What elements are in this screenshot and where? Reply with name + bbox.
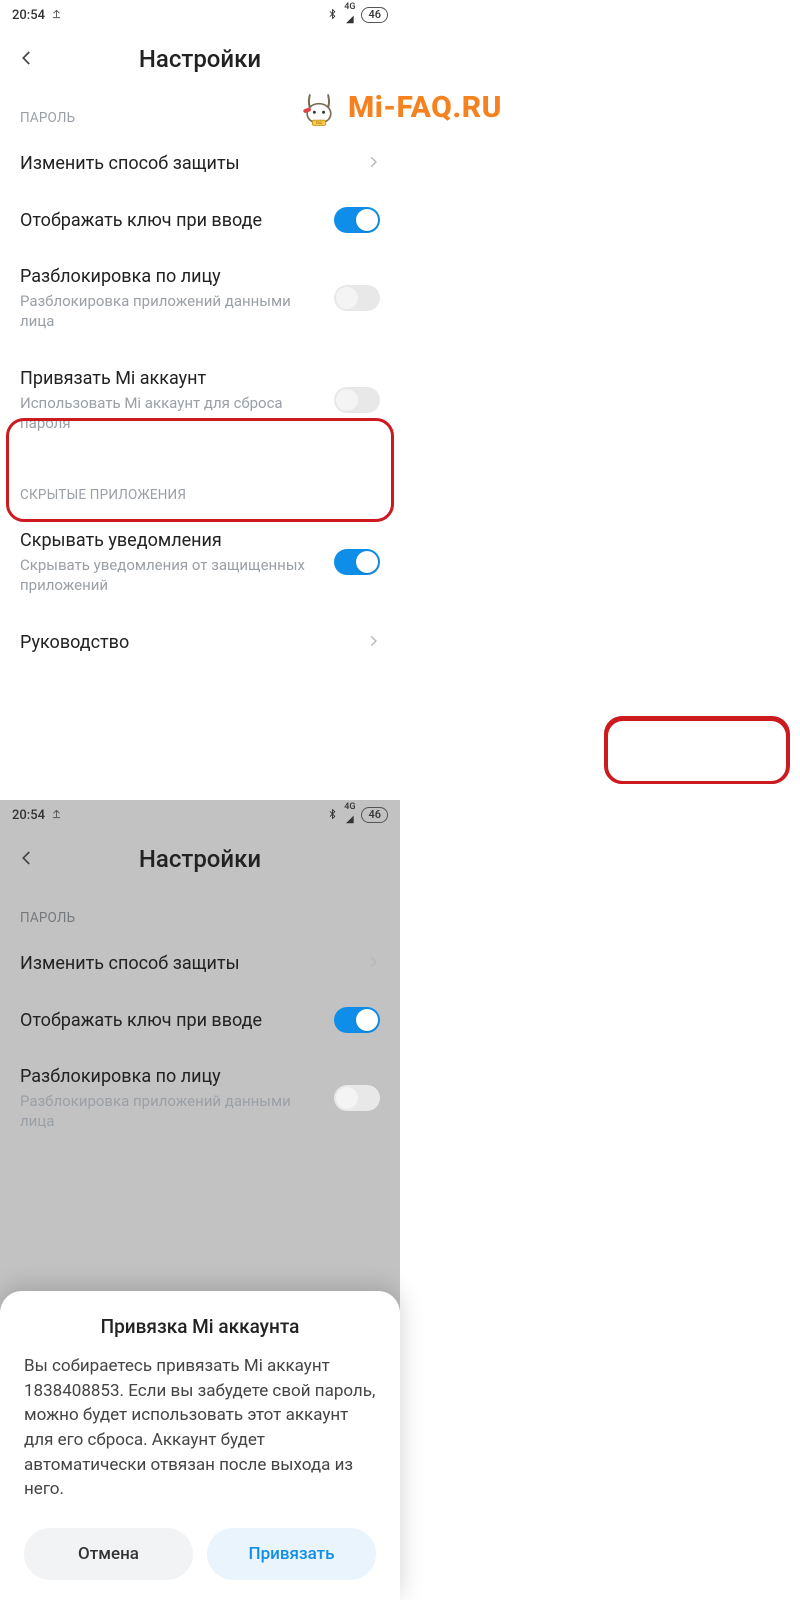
- upload-icon: [51, 808, 62, 823]
- toggle-face-unlock[interactable]: [334, 285, 380, 311]
- row-label: Руководство: [20, 631, 356, 654]
- chevron-right-icon: [366, 633, 380, 652]
- status-time: 20:54: [12, 808, 45, 823]
- section-label-password: ПАРОЛЬ: [0, 888, 400, 936]
- battery-level: 46: [361, 807, 388, 823]
- cancel-button[interactable]: Отмена: [24, 1528, 193, 1580]
- chevron-right-icon: [366, 154, 380, 173]
- annotation-highlight-confirm-overlay: [604, 716, 790, 784]
- page-title: Настройки: [38, 845, 382, 873]
- screen-right: 20:54 4G ◢ 46 Настройки П: [0, 800, 400, 1600]
- status-time: 20:54: [12, 8, 45, 23]
- row-face-unlock[interactable]: Разблокировка по лицу Разблокировка прил…: [0, 249, 400, 347]
- bluetooth-icon: [327, 807, 338, 824]
- toggle-face-unlock[interactable]: [334, 1085, 380, 1111]
- row-sublabel: Использовать Mi аккаунт для сброса парол…: [20, 393, 324, 434]
- row-label: Привязать Mi аккаунт: [20, 367, 324, 390]
- dialog-body: Вы собираетесь привязать Mi аккаунт 1838…: [24, 1354, 376, 1502]
- toggle-show-key[interactable]: [334, 1007, 380, 1033]
- section-label-hidden-apps: СКРЫТЫЕ ПРИЛОЖЕНИЯ: [0, 453, 400, 513]
- row-bind-mi-account[interactable]: Привязать Mi аккаунт Использовать Mi акк…: [0, 347, 400, 453]
- battery-level: 46: [361, 7, 388, 23]
- toggle-hide-notifications[interactable]: [334, 549, 380, 575]
- row-guide[interactable]: Руководство: [0, 611, 400, 670]
- network-label: 4G ◢: [344, 806, 355, 825]
- dialog-bind-mi: Привязка Mi аккаунта Вы собираетесь прив…: [0, 1291, 400, 1600]
- status-bar: 20:54 4G ◢ 46: [0, 0, 400, 30]
- row-sublabel: Разблокировка приложений данными лица: [20, 1091, 324, 1132]
- toggle-show-key[interactable]: [334, 207, 380, 233]
- row-label: Разблокировка по лицу: [20, 1065, 324, 1088]
- row-label: Отображать ключ при вводе: [20, 209, 324, 232]
- row-label: Изменить способ защиты: [20, 952, 356, 975]
- back-icon[interactable]: [18, 49, 38, 69]
- row-show-key[interactable]: Отображать ключ при вводе: [0, 991, 400, 1049]
- row-show-key[interactable]: Отображать ключ при вводе: [0, 191, 400, 249]
- row-sublabel: Скрывать уведомления от защищенных прило…: [20, 555, 324, 596]
- bluetooth-icon: [327, 7, 338, 24]
- watermark: FAQ Mi-FAQ.RU: [298, 86, 502, 128]
- back-icon[interactable]: [18, 849, 38, 869]
- row-label: Скрывать уведомления: [20, 529, 324, 552]
- row-sublabel: Разблокировка приложений данными лица: [20, 291, 324, 332]
- mi-bunny-icon: FAQ: [298, 86, 340, 128]
- row-face-unlock[interactable]: Разблокировка по лицу Разблокировка прил…: [0, 1049, 400, 1147]
- row-label: Отображать ключ при вводе: [20, 1009, 324, 1032]
- page-title: Настройки: [38, 45, 382, 73]
- row-label: Изменить способ защиты: [20, 152, 356, 175]
- row-hide-notifications[interactable]: Скрывать уведомления Скрывать уведомлени…: [0, 513, 400, 611]
- svg-text:FAQ: FAQ: [316, 121, 323, 125]
- row-change-method[interactable]: Изменить способ защиты: [0, 936, 400, 991]
- upload-icon: [51, 8, 62, 23]
- confirm-button[interactable]: Привязать: [207, 1528, 376, 1580]
- dialog-title: Привязка Mi аккаунта: [24, 1315, 376, 1338]
- toggle-bind-mi[interactable]: [334, 387, 380, 413]
- status-bar: 20:54 4G ◢ 46: [0, 800, 400, 830]
- row-change-method[interactable]: Изменить способ защиты: [0, 136, 400, 191]
- app-bar: Настройки: [0, 830, 400, 888]
- app-bar: Настройки: [0, 30, 400, 88]
- chevron-right-icon: [366, 954, 380, 973]
- network-label: 4G ◢: [344, 6, 355, 25]
- watermark-text: Mi-FAQ.RU: [348, 90, 502, 125]
- row-label: Разблокировка по лицу: [20, 265, 324, 288]
- annotation-highlight-confirm: [605, 718, 789, 784]
